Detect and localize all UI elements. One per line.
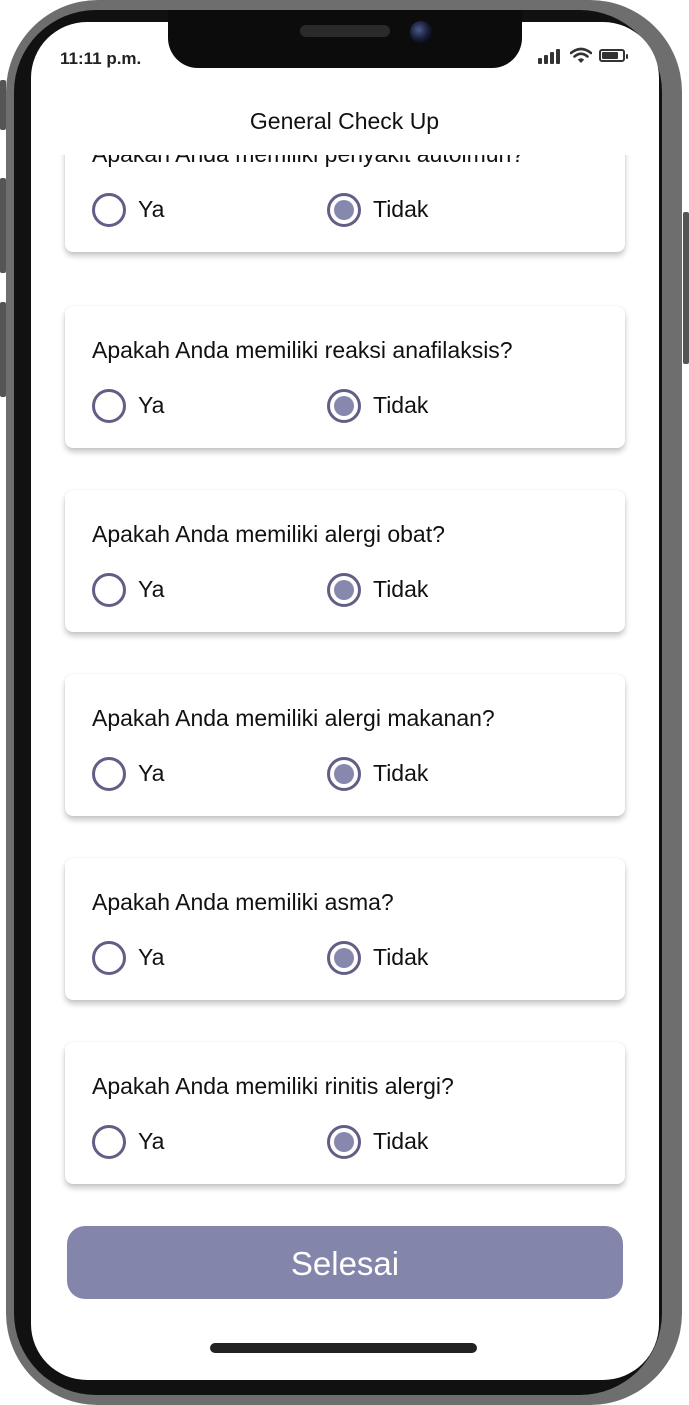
- question-text: Apakah Anda memiliki reaksi anafilaksis?: [92, 337, 513, 363]
- option-label: Ya: [138, 576, 165, 602]
- speaker-grille: [300, 25, 390, 37]
- status-time: 11:11 p.m.: [60, 49, 142, 68]
- question-text: Apakah Anda memiliki asma?: [92, 889, 394, 915]
- question-text: Apakah Anda memiliki alergi obat?: [92, 521, 445, 547]
- question-text: Apakah Anda memiliki penyakit autoimun?: [92, 155, 524, 168]
- radio-button-selected[interactable]: [327, 757, 361, 791]
- volume-up-button: [0, 178, 6, 273]
- option-label: Tidak: [373, 760, 429, 786]
- question-card: Apakah Anda memiliki rinitis alergi? Ya …: [65, 1042, 625, 1184]
- signal-icon: [538, 48, 562, 64]
- radio-button[interactable]: [92, 193, 126, 227]
- battery-level: [602, 52, 618, 59]
- radio-button-selected[interactable]: [327, 389, 361, 423]
- option-label: Ya: [138, 1128, 165, 1154]
- option-label: Tidak: [373, 576, 429, 602]
- question-card: Apakah Anda memiliki alergi makanan? Ya …: [65, 674, 625, 816]
- volume-down-button: [0, 302, 6, 397]
- radio-button-selected[interactable]: [327, 941, 361, 975]
- option-label: Ya: [138, 196, 165, 222]
- question-card: Apakah Anda memiliki penyakit autoimun? …: [65, 155, 625, 252]
- question-card: Apakah Anda memiliki alergi obat? Ya Tid…: [65, 490, 625, 632]
- page-title: General Check Up: [249, 108, 440, 134]
- question-card: Apakah Anda memiliki reaksi anafilaksis?…: [65, 306, 625, 448]
- option-label: Tidak: [373, 196, 429, 222]
- wifi-icon: [570, 47, 592, 63]
- radio-button[interactable]: [92, 573, 126, 607]
- question-text: Apakah Anda memiliki rinitis alergi?: [92, 1073, 454, 1099]
- home-indicator[interactable]: [210, 1343, 477, 1353]
- option-label: Ya: [138, 392, 165, 418]
- front-camera: [410, 21, 432, 43]
- question-text: Apakah Anda memiliki alergi makanan?: [92, 705, 495, 731]
- option-label: Tidak: [373, 392, 429, 418]
- submit-button[interactable]: Selesai: [67, 1226, 623, 1299]
- radio-button[interactable]: [92, 389, 126, 423]
- question-list[interactable]: Apakah Anda memiliki penyakit autoimun? …: [31, 155, 659, 1200]
- power-button: [683, 212, 689, 364]
- option-label: Ya: [138, 944, 165, 970]
- radio-button[interactable]: [92, 757, 126, 791]
- radio-button[interactable]: [92, 941, 126, 975]
- radio-button-selected[interactable]: [327, 193, 361, 227]
- radio-button-selected[interactable]: [327, 573, 361, 607]
- battery-icon: [599, 49, 628, 62]
- option-label: Tidak: [373, 944, 429, 970]
- option-label: Tidak: [373, 1128, 429, 1154]
- option-label: Ya: [138, 760, 165, 786]
- question-card: Apakah Anda memiliki asma? Ya Tidak: [65, 858, 625, 1000]
- radio-button-selected[interactable]: [327, 1125, 361, 1159]
- notch: [168, 10, 522, 68]
- radio-button[interactable]: [92, 1125, 126, 1159]
